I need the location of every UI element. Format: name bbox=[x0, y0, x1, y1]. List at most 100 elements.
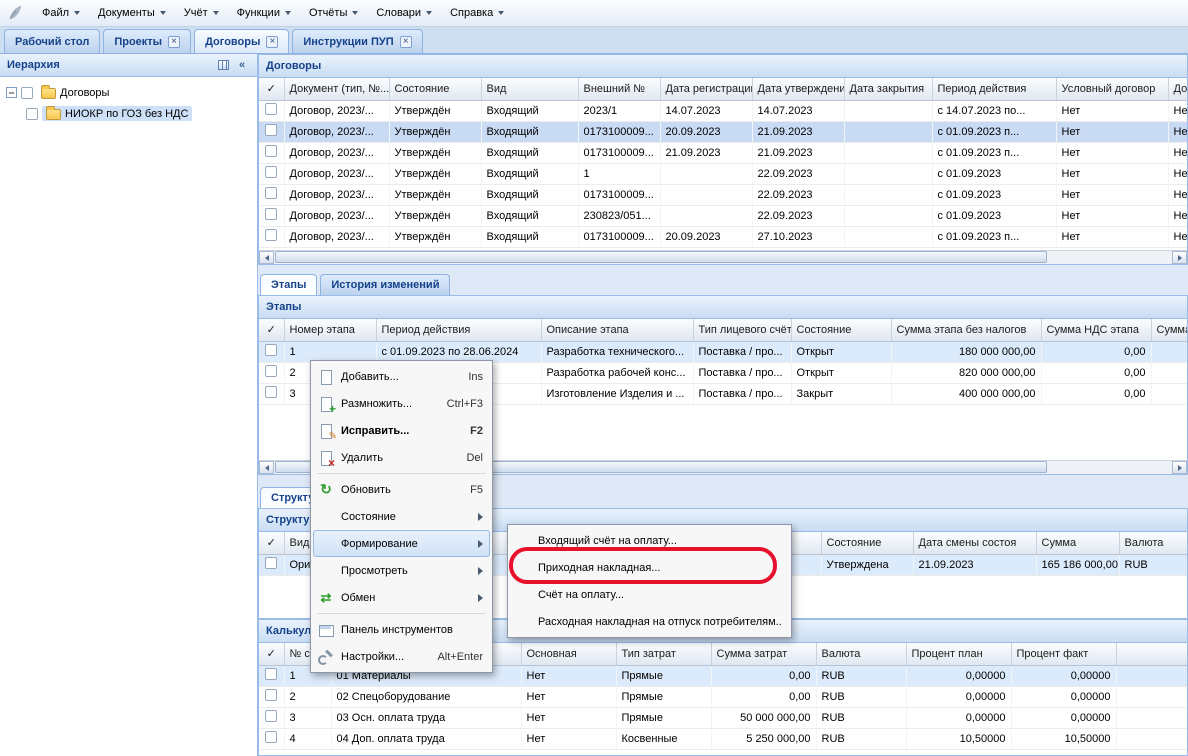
column-header[interactable]: Состояние bbox=[389, 78, 481, 100]
tree-node-child[interactable]: НИОКР по ГОЗ без НДС bbox=[2, 103, 255, 124]
document-tab[interactable]: Инструкции ПУП× bbox=[292, 29, 422, 53]
column-header[interactable]: Период действия bbox=[376, 319, 541, 341]
scrollbar-thumb[interactable] bbox=[275, 251, 1047, 263]
table-row[interactable]: 202 СпецоборудованиеНетПрямые0,00RUB0,00… bbox=[259, 686, 1187, 707]
close-icon[interactable]: × bbox=[168, 36, 180, 48]
scroll-right-button[interactable] bbox=[1172, 251, 1187, 264]
column-header[interactable]: Сумма НДС этапа bbox=[1041, 319, 1151, 341]
columns-icon[interactable] bbox=[215, 58, 231, 73]
document-tab[interactable]: Рабочий стол bbox=[4, 29, 100, 53]
menu-item[interactable]: Состояние bbox=[313, 503, 490, 530]
column-header[interactable]: Дата закрытия bbox=[844, 78, 932, 100]
row-checkbox[interactable] bbox=[265, 365, 277, 377]
column-header[interactable]: Процент план bbox=[906, 643, 1011, 665]
column-header[interactable]: Вид bbox=[481, 78, 578, 100]
menu-item[interactable]: Размножить...Ctrl+F3 bbox=[313, 390, 490, 417]
row-checkbox[interactable] bbox=[265, 166, 277, 178]
select-all-header[interactable]: ✓ bbox=[259, 532, 284, 554]
column-header[interactable] bbox=[1116, 643, 1187, 665]
menu-item[interactable]: Обмен bbox=[313, 584, 490, 611]
column-header[interactable]: Валюта bbox=[816, 643, 906, 665]
horizontal-scrollbar[interactable] bbox=[259, 250, 1187, 264]
column-header[interactable]: Дата утверждения bbox=[752, 78, 844, 100]
row-checkbox[interactable] bbox=[265, 689, 277, 701]
tab-change-history[interactable]: История изменений bbox=[320, 274, 450, 295]
menu-item[interactable]: Формирование bbox=[313, 530, 490, 557]
column-header[interactable]: Тип затрат bbox=[616, 643, 711, 665]
menubar-item[interactable]: Документы bbox=[90, 3, 174, 23]
row-checkbox[interactable] bbox=[265, 103, 277, 115]
column-header[interactable]: Внешний № bbox=[578, 78, 660, 100]
column-header[interactable]: Период действия bbox=[932, 78, 1056, 100]
menubar-item[interactable]: Функции bbox=[229, 3, 299, 23]
column-header[interactable]: До... bbox=[1168, 78, 1187, 100]
row-checkbox[interactable] bbox=[265, 710, 277, 722]
tree-node-label[interactable]: НИОКР по ГОЗ без НДС bbox=[65, 108, 188, 120]
table-row[interactable]: 404 Доп. оплата трудаНетКосвенные5 250 0… bbox=[259, 728, 1187, 749]
column-header[interactable]: Состояние bbox=[791, 319, 891, 341]
menu-item[interactable]: Просмотреть bbox=[313, 557, 490, 584]
menubar-item[interactable]: Отчёты bbox=[301, 3, 366, 23]
row-checkbox[interactable] bbox=[265, 557, 277, 569]
column-header[interactable]: Состояние bbox=[821, 532, 913, 554]
close-icon[interactable]: × bbox=[266, 36, 278, 48]
row-checkbox[interactable] bbox=[265, 187, 277, 199]
menubar-item[interactable]: Словари bbox=[368, 3, 440, 23]
column-header[interactable]: Описание этапа bbox=[541, 319, 693, 341]
table-row[interactable]: Договор, 2023/...УтверждёнВходящий017310… bbox=[259, 226, 1187, 247]
column-header[interactable]: Тип лицевого счёт bbox=[693, 319, 791, 341]
menu-item[interactable]: Исправить...F2 bbox=[313, 417, 490, 444]
column-header[interactable]: Сумма этапа без налогов bbox=[891, 319, 1041, 341]
tree-node-label[interactable]: Договоры bbox=[60, 87, 109, 99]
row-checkbox[interactable] bbox=[265, 208, 277, 220]
menu-item[interactable]: Настройки...Alt+Enter bbox=[313, 643, 490, 670]
table-row[interactable]: Договор, 2023/...УтверждёнВходящий017310… bbox=[259, 184, 1187, 205]
scroll-right-button[interactable] bbox=[1172, 461, 1187, 474]
menubar-item[interactable]: Учёт bbox=[176, 3, 227, 23]
menu-item[interactable]: Панель инструментов bbox=[313, 616, 490, 643]
column-header[interactable]: Сумма bbox=[1036, 532, 1119, 554]
menu-item[interactable]: Приходная накладная... bbox=[510, 554, 789, 581]
row-checkbox[interactable] bbox=[265, 124, 277, 136]
menu-item[interactable]: УдалитьDel bbox=[313, 444, 490, 471]
document-tab[interactable]: Договоры× bbox=[194, 29, 289, 53]
column-header[interactable]: Условный договор bbox=[1056, 78, 1168, 100]
row-checkbox[interactable] bbox=[265, 731, 277, 743]
tab-stages[interactable]: Этапы bbox=[260, 274, 317, 295]
column-header[interactable]: Валюта bbox=[1119, 532, 1187, 554]
menu-item[interactable]: Счёт на оплату... bbox=[510, 581, 789, 608]
scrollbar-track[interactable] bbox=[274, 251, 1172, 264]
table-row[interactable]: Договор, 2023/...УтверждёнВходящий122.09… bbox=[259, 163, 1187, 184]
select-all-header[interactable]: ✓ bbox=[259, 643, 284, 665]
menu-item[interactable]: ОбновитьF5 bbox=[313, 476, 490, 503]
row-checkbox[interactable] bbox=[265, 344, 277, 356]
table-row[interactable]: Договор, 2023/...УтверждёнВходящий017310… bbox=[259, 121, 1187, 142]
row-checkbox[interactable] bbox=[265, 668, 277, 680]
column-header[interactable]: Процент факт bbox=[1011, 643, 1116, 665]
select-all-header[interactable]: ✓ bbox=[259, 319, 284, 341]
column-header[interactable]: Документ (тип, №... bbox=[284, 78, 389, 100]
column-header[interactable]: Сумма эт... bbox=[1151, 319, 1187, 341]
close-icon[interactable]: × bbox=[400, 36, 412, 48]
tree-checkbox[interactable] bbox=[21, 87, 33, 99]
row-checkbox[interactable] bbox=[265, 145, 277, 157]
menubar-item[interactable]: Файл bbox=[34, 3, 88, 23]
menu-item[interactable]: Расходная накладная на отпуск потребител… bbox=[510, 608, 789, 635]
table-row[interactable]: 1с 01.09.2023 по 28.06.2024Разработка те… bbox=[259, 341, 1187, 362]
menu-item[interactable]: Добавить...Ins bbox=[313, 363, 490, 390]
column-header[interactable]: Сумма затрат bbox=[711, 643, 816, 665]
column-header[interactable]: Номер этапа bbox=[284, 319, 376, 341]
column-header[interactable]: Дата регистрации bbox=[660, 78, 752, 100]
tree-node-root[interactable]: Договоры bbox=[2, 82, 255, 103]
row-checkbox[interactable] bbox=[265, 386, 277, 398]
table-row[interactable]: Договор, 2023/...УтверждёнВходящий230823… bbox=[259, 205, 1187, 226]
scroll-left-button[interactable] bbox=[259, 461, 274, 474]
menu-item[interactable]: Входящий счёт на оплату... bbox=[510, 527, 789, 554]
table-row[interactable]: 303 Осн. оплата трудаНетПрямые50 000 000… bbox=[259, 707, 1187, 728]
menubar-item[interactable]: Справка bbox=[442, 3, 512, 23]
table-row[interactable]: Договор, 2023/...УтверждёнВходящий2023/1… bbox=[259, 100, 1187, 121]
tree-checkbox[interactable] bbox=[26, 108, 38, 120]
document-tab[interactable]: Проекты× bbox=[103, 29, 191, 53]
column-header[interactable]: Дата смены состоя bbox=[913, 532, 1036, 554]
column-header[interactable]: Основная bbox=[521, 643, 616, 665]
